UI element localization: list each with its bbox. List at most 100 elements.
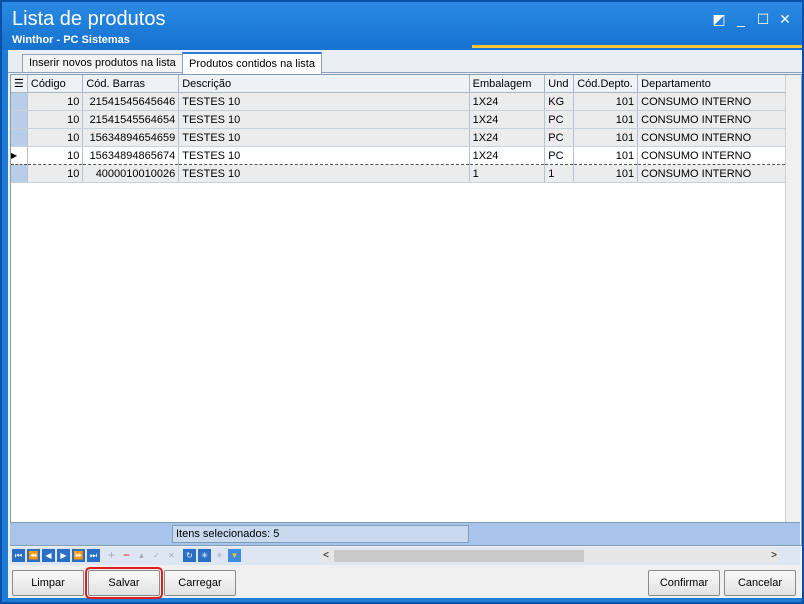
table-cell[interactable]: 10 xyxy=(27,164,84,183)
funnel-icon[interactable]: ▼ xyxy=(228,549,241,562)
column-header-descricao[interactable]: Descrição xyxy=(178,75,470,93)
table-cell[interactable]: TESTES 10 xyxy=(178,164,470,183)
column-header-embalagem[interactable]: Embalagem xyxy=(469,75,546,93)
table-cell[interactable]: 1X24 xyxy=(469,146,546,165)
products-table: ☰ Código Cód. Barras Descrição Embalagem… xyxy=(11,75,801,183)
filter-icon[interactable]: ✳ xyxy=(198,549,211,562)
selected-items-count: Itens selecionados: 5 xyxy=(172,525,469,543)
first-icon[interactable]: ⏮ xyxy=(12,549,25,562)
carregar-button-label: Carregar xyxy=(178,577,222,589)
tab-inserir-novos-produtos[interactable]: Inserir novos produtos na lista xyxy=(22,54,183,72)
table-cell[interactable]: TESTES 10 xyxy=(178,146,470,165)
grid-navigator: ⏮ ⏪ ◀ ▶ ⏩ ⏭ + − ▲ ✓ ✕ ↻ ✳ ✳ ▼ < > xyxy=(10,547,800,565)
table-cell[interactable]: 10 xyxy=(27,128,84,147)
table-cell[interactable]: 1X24 xyxy=(469,128,546,147)
cancelar-button[interactable]: Cancelar xyxy=(724,570,796,596)
salvar-button[interactable]: Salvar xyxy=(85,567,163,599)
table-cell[interactable]: 10 xyxy=(27,146,84,165)
scroll-left-icon[interactable]: < xyxy=(320,549,332,563)
row-indicator-header-icon[interactable]: ☰ xyxy=(11,75,28,93)
products-grid[interactable]: ☰ Código Cód. Barras Descrição Embalagem… xyxy=(10,74,802,546)
prev-page-icon[interactable]: ⏪ xyxy=(27,549,40,562)
restore-icon[interactable]: ◩ xyxy=(710,10,728,28)
table-cell[interactable]: 15634894654659 xyxy=(82,128,180,147)
table-cell[interactable]: 101 xyxy=(573,146,639,165)
salvar-button-label: Salvar xyxy=(108,577,140,589)
column-header-departamento[interactable]: Departamento xyxy=(637,75,786,93)
table-row[interactable]: 10 4000010010026 TESTES 10 1 1 101 CONSUMO INT… xyxy=(11,164,801,183)
table-cell[interactable]: 101 xyxy=(573,110,639,129)
table-cell[interactable]: 15634894865674 xyxy=(82,146,180,165)
insert-icon[interactable]: + xyxy=(105,549,118,562)
row-indicator[interactable] xyxy=(11,128,28,147)
table-cell[interactable]: 101 xyxy=(573,128,639,147)
clear-filter-icon[interactable]: ✳ xyxy=(213,549,226,562)
post-icon[interactable]: ✓ xyxy=(150,549,163,562)
table-cell[interactable]: PC xyxy=(544,128,575,147)
confirmar-button-label: Confirmar xyxy=(659,577,709,589)
next-icon[interactable]: ▶ xyxy=(57,549,70,562)
column-header-und[interactable]: Und xyxy=(544,75,575,93)
table-cell[interactable]: PC xyxy=(544,146,575,165)
scroll-right-icon[interactable]: > xyxy=(768,549,780,563)
table-cell[interactable]: TESTES 10 xyxy=(178,92,470,111)
table-cell[interactable]: 1X24 xyxy=(469,110,546,129)
table-cell[interactable]: CONSUMO INTERNO xyxy=(637,92,786,111)
table-cell[interactable]: CONSUMO INTERNO xyxy=(637,146,786,165)
table-cell[interactable]: 10 xyxy=(27,110,84,129)
window-subtitle: Winthor - PC Sistemas xyxy=(12,34,130,46)
table-cell[interactable]: 21541545564654 xyxy=(82,110,180,129)
column-header-codigo[interactable]: Código xyxy=(27,75,84,93)
table-row[interactable]: 10 21541545645646 TESTES 10 1X24 KG 101 CONSUM… xyxy=(11,92,801,111)
vertical-scrollbar[interactable] xyxy=(785,75,801,545)
limpar-button-label: Limpar xyxy=(31,577,65,589)
table-cell[interactable]: CONSUMO INTERNO xyxy=(637,128,786,147)
carregar-button[interactable]: Carregar xyxy=(164,570,236,596)
cancel-icon[interactable]: ✕ xyxy=(165,549,178,562)
table-cell[interactable]: CONSUMO INTERNO xyxy=(637,110,786,129)
table-cell[interactable]: TESTES 10 xyxy=(178,110,470,129)
confirmar-button[interactable]: Confirmar xyxy=(648,570,720,596)
edit-icon[interactable]: ▲ xyxy=(135,549,148,562)
close-icon[interactable]: ✕ xyxy=(776,10,794,28)
delete-icon[interactable]: − xyxy=(120,549,133,562)
table-cell[interactable]: 4000010010026 xyxy=(82,164,180,183)
row-indicator[interactable] xyxy=(11,164,28,183)
header-row: ☰ Código Cód. Barras Descrição Embalagem… xyxy=(11,75,801,93)
table-cell[interactable]: 1 xyxy=(544,164,575,183)
title-bar[interactable]: Lista de produtos Winthor - PC Sistemas … xyxy=(2,2,802,50)
prev-icon[interactable]: ◀ xyxy=(42,549,55,562)
column-header-cod-barras[interactable]: Cód. Barras xyxy=(82,75,180,93)
table-cell[interactable]: 1X24 xyxy=(469,92,546,111)
content-panel: Inserir novos produtos na lista Produtos… xyxy=(8,50,802,599)
last-icon[interactable]: ⏭ xyxy=(87,549,100,562)
limpar-button[interactable]: Limpar xyxy=(12,570,84,596)
table-cell[interactable]: 101 xyxy=(573,92,639,111)
table-cell[interactable]: KG xyxy=(544,92,575,111)
row-indicator[interactable] xyxy=(11,110,28,129)
table-row[interactable]: 10 15634894654659 TESTES 10 1X24 PC 101 CONSUM… xyxy=(11,128,801,147)
title-accent-line xyxy=(472,45,802,48)
button-bar: Limpar Salvar Carregar Confirmar Cancela… xyxy=(8,566,802,599)
table-row[interactable]: ▶ 10 15634894865674 TESTES 10 1X24 PC 101 CONSU… xyxy=(11,146,801,165)
table-cell[interactable]: 1 xyxy=(469,164,546,183)
refresh-icon[interactable]: ↻ xyxy=(183,549,196,562)
table-row[interactable]: 10 21541545564654 TESTES 10 1X24 PC 101 CONSUM… xyxy=(11,110,801,129)
table-cell[interactable]: 21541545645646 xyxy=(82,92,180,111)
table-cell[interactable]: 10 xyxy=(27,92,84,111)
column-header-cod-depto[interactable]: Cód.Depto. xyxy=(573,75,639,93)
horizontal-scrollbar[interactable]: < > xyxy=(320,549,780,563)
grid-footer: Itens selecionados: 5 xyxy=(10,522,800,545)
next-page-icon[interactable]: ⏩ xyxy=(72,549,85,562)
current-row-indicator-icon[interactable]: ▶ xyxy=(11,146,28,165)
table-cell[interactable]: TESTES 10 xyxy=(178,128,470,147)
table-cell[interactable]: CONSUMO INTERNO xyxy=(637,164,786,183)
maximize-icon[interactable]: ☐ xyxy=(754,10,772,28)
scroll-thumb[interactable] xyxy=(334,550,584,562)
table-cell[interactable]: PC xyxy=(544,110,575,129)
table-cell[interactable]: 101 xyxy=(573,164,639,183)
window-title: Lista de produtos xyxy=(12,8,166,30)
tab-produtos-contidos[interactable]: Produtos contidos na lista xyxy=(182,52,322,74)
minimize-icon[interactable]: _ xyxy=(732,10,750,28)
row-indicator[interactable] xyxy=(11,92,28,111)
